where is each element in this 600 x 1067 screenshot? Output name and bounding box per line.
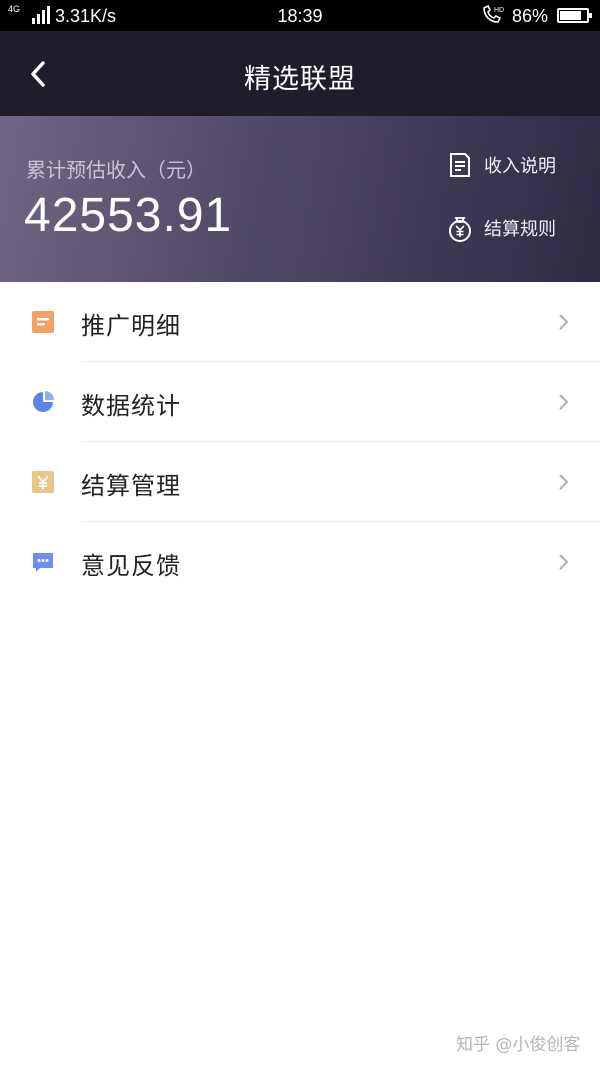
chevron-right-icon xyxy=(559,554,569,570)
status-bar: 4G 3.31K/s 18:39 HD 86% xyxy=(0,0,600,31)
battery-percent: 86% xyxy=(512,6,549,26)
menu-item-label: 结算管理 xyxy=(81,472,181,500)
chevron-right-icon xyxy=(559,474,569,490)
clock: 18:39 xyxy=(277,6,323,26)
svg-text:HD: HD xyxy=(494,7,504,14)
income-amount: 42553.91 xyxy=(24,189,233,242)
menu-item-label: 推广明细 xyxy=(81,312,181,340)
watermark: 知乎 @小俊创客 xyxy=(456,1035,581,1055)
menu-item-label: 意见反馈 xyxy=(81,552,181,580)
menu-item-promotion-details[interactable]: 推广明细 xyxy=(0,282,600,362)
menu-list: 推广明细 数据统计 结算管理 意见反馈 xyxy=(0,282,600,602)
yuan-bag-icon xyxy=(449,217,471,242)
menu-item-data-statistics[interactable]: 数据统计 xyxy=(0,362,600,442)
hd-call-icon: HD xyxy=(483,4,504,23)
chevron-right-icon xyxy=(559,394,569,410)
message-icon xyxy=(33,553,53,572)
yuan-icon xyxy=(32,471,54,493)
income-banner: 累计预估收入（元） 42553.91 收入说明 结算规则 xyxy=(0,116,600,282)
chevron-right-icon xyxy=(559,314,569,330)
document-icon xyxy=(450,153,470,177)
pie-chart-icon xyxy=(33,391,54,412)
income-description-label: 收入说明 xyxy=(484,156,556,177)
settlement-rules-link[interactable]: 结算规则 xyxy=(446,213,556,243)
nav-bar: 精选联盟 xyxy=(0,31,600,116)
menu-item-settlement-management[interactable]: 结算管理 xyxy=(0,442,600,522)
menu-item-feedback[interactable]: 意见反馈 xyxy=(0,522,600,602)
income-label: 累计预估收入（元） xyxy=(26,158,206,182)
list-icon xyxy=(32,311,54,333)
page-title: 精选联盟 xyxy=(244,64,356,95)
settlement-rules-label: 结算规则 xyxy=(484,219,556,240)
income-description-link[interactable]: 收入说明 xyxy=(446,150,556,180)
battery-icon xyxy=(557,8,592,23)
menu-item-label: 数据统计 xyxy=(81,392,181,420)
